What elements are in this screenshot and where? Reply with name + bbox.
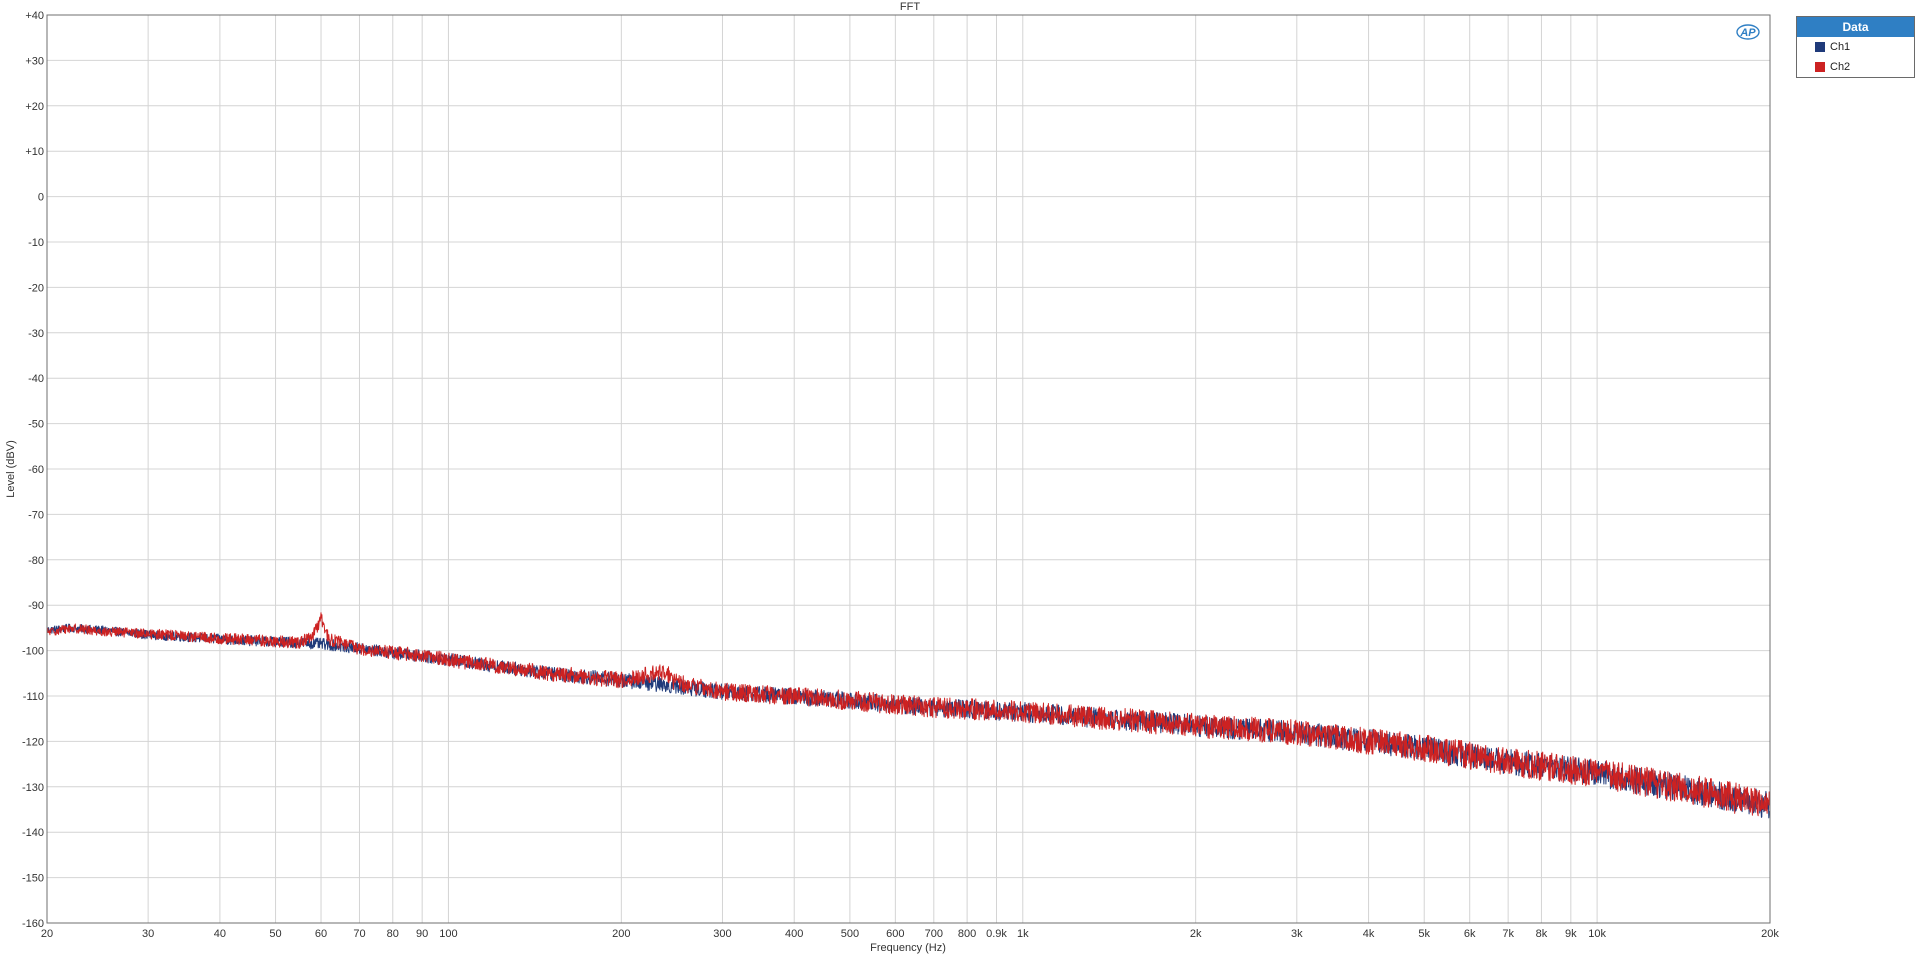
x-tick-label: 0.9k [986, 928, 1007, 940]
y-tick-label: +10 [25, 146, 44, 158]
x-tick-label: 10k [1588, 928, 1606, 940]
y-tick-label: -10 [28, 237, 44, 249]
y-tick-labels: +40 +30 +20 +10 0 -10 -20 -30 -40 -50 -60 -70 -80 -90… [22, 10, 44, 930]
grid-lines [46, 14, 1771, 924]
x-tick-label: 100 [439, 928, 457, 940]
x-tick-label: 200 [612, 928, 630, 940]
x-tick-label: 6k [1464, 928, 1476, 940]
svg-text:AP: AP [1739, 27, 1756, 39]
x-tick-label: 50 [269, 928, 281, 940]
fft-chart: FFT +40 +30 +20 +10 0 -10 -20 -30 -40 -50 -60 -70 -8… [5, 1, 1779, 954]
x-tick-label: 60 [315, 928, 327, 940]
x-tick-label: 800 [958, 928, 976, 940]
x-tick-label: 1k [1017, 928, 1029, 940]
x-tick-label: 2k [1190, 928, 1202, 940]
y-tick-label: +40 [25, 10, 44, 22]
y-tick-label: +20 [25, 101, 44, 113]
legend-swatch-ch1 [1815, 42, 1825, 52]
x-tick-labels: 20 30 40 50 60 70 80 90 100 200 300 400 500 600 700 800… [41, 928, 1779, 940]
y-tick-label: -150 [22, 873, 44, 885]
legend-label-ch1: Ch1 [1830, 41, 1851, 53]
x-tick-label: 8k [1536, 928, 1548, 940]
x-tick-label: 7k [1502, 928, 1514, 940]
x-tick-label: 300 [713, 928, 731, 940]
y-tick-label: -70 [28, 509, 44, 521]
x-tick-label: 3k [1291, 928, 1303, 940]
x-tick-label: 9k [1565, 928, 1577, 940]
y-tick-label: -100 [22, 646, 44, 658]
chart-title: FFT [900, 1, 920, 13]
x-tick-label: 4k [1363, 928, 1375, 940]
y-tick-label: -30 [28, 328, 44, 340]
x-axis-label: Frequency (Hz) [870, 942, 946, 954]
x-tick-label: 20k [1761, 928, 1779, 940]
x-tick-label: 400 [785, 928, 803, 940]
legend-swatch-ch2 [1815, 62, 1825, 72]
x-tick-label: 600 [886, 928, 904, 940]
y-tick-label: -130 [22, 782, 44, 794]
y-tick-label: -20 [28, 282, 44, 294]
x-tick-label: 70 [353, 928, 365, 940]
y-tick-label: -140 [22, 827, 44, 839]
y-tick-label: -110 [23, 691, 44, 703]
y-tick-label: +30 [25, 55, 44, 67]
x-tick-label: 700 [925, 928, 943, 940]
y-tick-label: -80 [28, 555, 44, 567]
legend: Data Ch1 Ch2 [1796, 16, 1915, 78]
x-tick-label: 80 [387, 928, 399, 940]
y-tick-label: -90 [28, 600, 44, 612]
legend-item-ch2[interactable]: Ch2 [1797, 57, 1914, 77]
y-tick-label: 0 [38, 192, 44, 204]
y-tick-label: -40 [28, 373, 44, 385]
x-tick-label: 90 [416, 928, 428, 940]
legend-title: Data [1797, 17, 1914, 37]
y-axis-label: Level (dBV) [5, 440, 17, 497]
x-tick-label: 5k [1418, 928, 1430, 940]
y-tick-label: -50 [28, 419, 44, 431]
legend-label-ch2: Ch2 [1830, 61, 1851, 73]
y-tick-label: -60 [28, 464, 44, 476]
legend-item-ch1[interactable]: Ch1 [1797, 37, 1914, 57]
x-tick-label: 20 [41, 928, 53, 940]
y-tick-label: -120 [22, 736, 44, 748]
x-tick-label: 30 [142, 928, 154, 940]
x-tick-label: 500 [841, 928, 859, 940]
x-tick-label: 40 [214, 928, 226, 940]
